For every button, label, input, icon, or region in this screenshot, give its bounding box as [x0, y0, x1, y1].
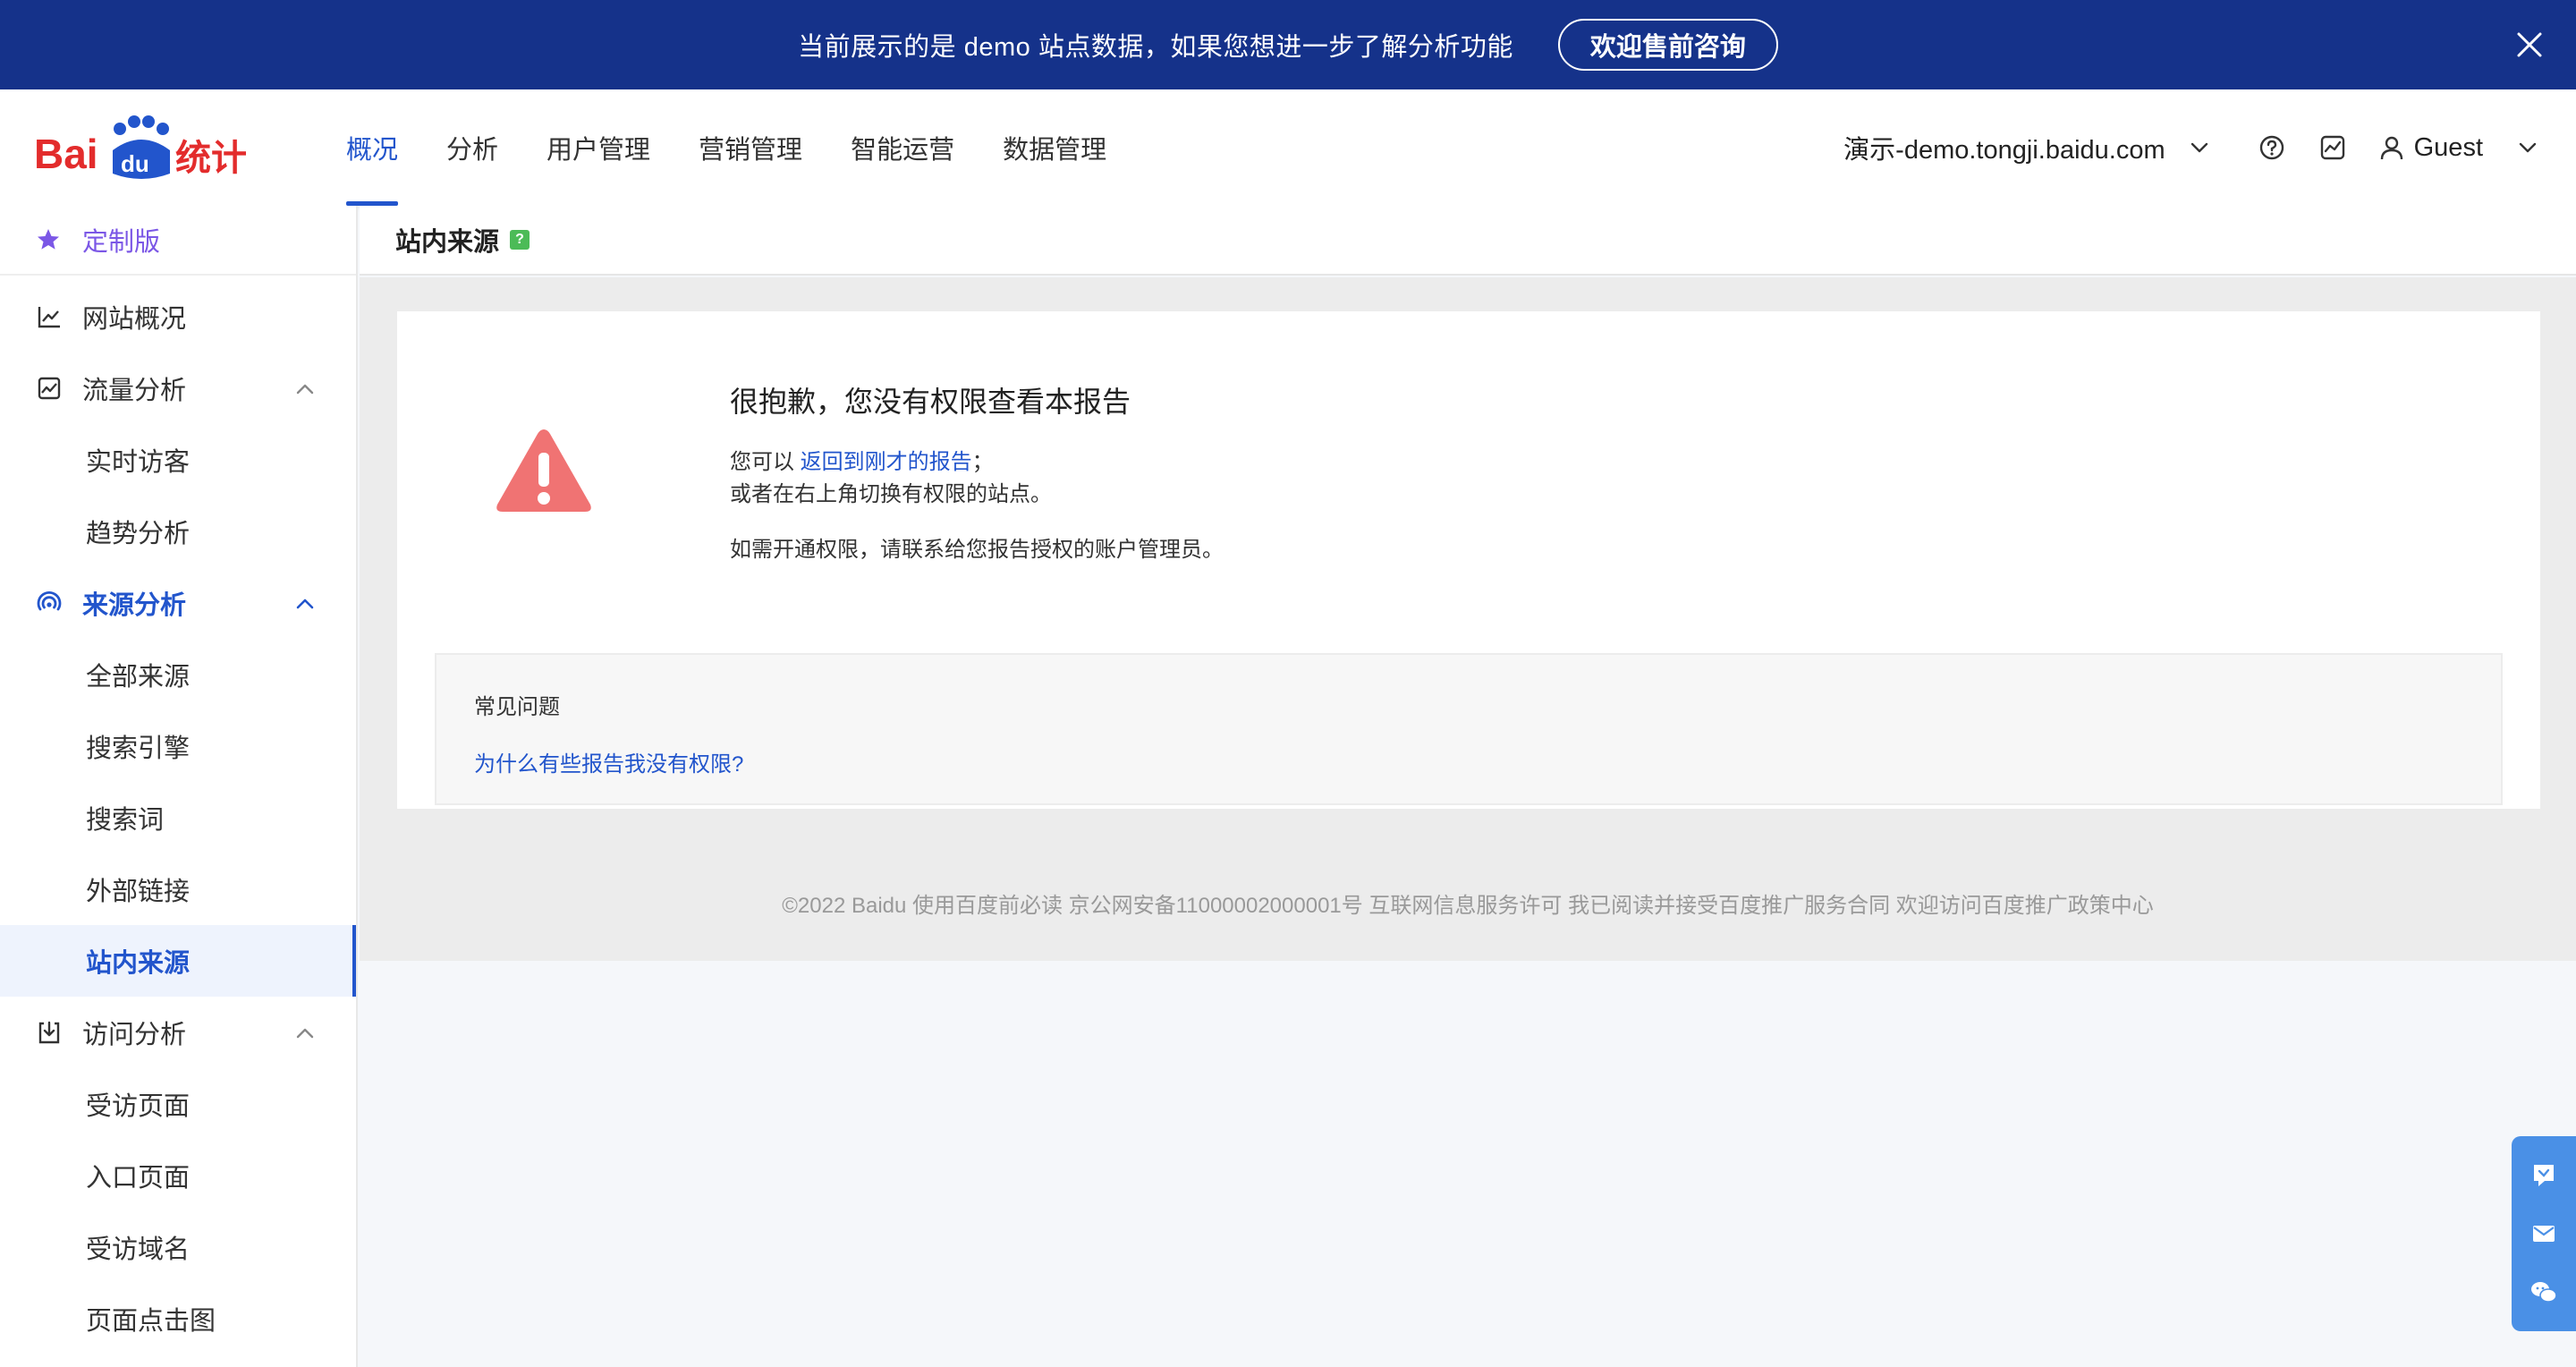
nav-marketing[interactable]: 营销管理: [674, 89, 826, 206]
sidebar-item-external-links[interactable]: 外部链接: [0, 853, 356, 925]
sidebar-item-visited-domains[interactable]: 受访域名: [0, 1211, 356, 1283]
chevron-up-icon: [296, 1028, 314, 1039]
page-header: 站内来源 ?: [360, 206, 2576, 276]
sidebar-item-label: 来源分析: [82, 591, 187, 620]
content-area: 很抱歉，您没有权限查看本报告 您可以 返回到刚才的报告； 或者在右上角切换有权限…: [360, 277, 2576, 961]
message-title: 很抱歉，您没有权限查看本报告: [730, 386, 1131, 418]
no-permission-card: 很抱歉，您没有权限查看本报告 您可以 返回到刚才的报告； 或者在右上角切换有权限…: [397, 311, 2540, 809]
banner-text: 当前展示的是 demo 站点数据，如果您想进一步了解分析功能: [798, 33, 1513, 62]
sidebar-item-realtime-visitors[interactable]: 实时访客: [0, 424, 356, 496]
help-badge-icon[interactable]: ?: [510, 230, 530, 250]
message-line-2: 或者在右上角切换有权限的站点。: [730, 482, 1052, 506]
line-chart-icon: [38, 307, 60, 328]
sidebar-item-search-engines[interactable]: 搜索引擎: [0, 710, 356, 782]
dashboard-icon[interactable]: [2318, 132, 2348, 163]
close-icon[interactable]: [2513, 29, 2546, 61]
svg-text:du: du: [121, 150, 149, 177]
sidebar-item-all-sources[interactable]: 全部来源: [0, 639, 356, 710]
chevron-up-icon: [296, 384, 314, 395]
chevron-down-icon: [2190, 142, 2207, 153]
nav-analysis[interactable]: 分析: [422, 89, 522, 206]
nav-overview[interactable]: 概况: [322, 89, 422, 206]
sidebar-item-internal-sources[interactable]: 站内来源: [0, 925, 356, 997]
faq-title: 常见问题: [474, 695, 560, 719]
wechat-icon[interactable]: [2529, 1278, 2559, 1308]
user-icon: [2380, 136, 2402, 160]
sidebar-custom-label: 定制版: [82, 228, 161, 257]
sidebar-item-label: 流量分析: [82, 377, 187, 405]
sidebar-item-site-overview[interactable]: 网站概况: [0, 281, 356, 352]
faq-box: 常见问题 为什么有些报告我没有权限?: [435, 653, 2503, 805]
sidebar-item-source-analysis[interactable]: 来源分析: [0, 567, 356, 639]
sidebar-item-visit-analysis[interactable]: 访问分析: [0, 997, 356, 1068]
nav-user-management[interactable]: 用户管理: [522, 89, 674, 206]
sidebar-item-visited-pages[interactable]: 受访页面: [0, 1068, 356, 1140]
message-line-3: 如需开通权限，请联系给您报告授权的账户管理员。: [730, 538, 1224, 562]
site-name: 演示-demo.tongji.baidu.com: [1843, 136, 2165, 165]
user-menu[interactable]: Guest: [2378, 133, 2538, 163]
floating-toolbar: [2512, 1136, 2576, 1331]
back-to-report-link[interactable]: 返回到刚才的报告: [801, 450, 972, 474]
signal-icon: [37, 590, 62, 611]
nav-smart-ops[interactable]: 智能运营: [826, 89, 979, 206]
chevron-up-icon: [296, 599, 314, 609]
sidebar-item-label: 网站概况: [82, 305, 187, 334]
presales-consult-button[interactable]: 欢迎售前咨询: [1557, 19, 1778, 71]
faq-link[interactable]: 为什么有些报告我没有权限?: [474, 746, 743, 777]
promo-banner: 当前展示的是 demo 站点数据，如果您想进一步了解分析功能 欢迎售前咨询: [0, 0, 2576, 89]
chevron-down-icon: [2519, 142, 2537, 153]
message-line-1: 您可以 返回到刚才的报告；: [730, 444, 994, 475]
svg-text:Bai: Bai: [34, 131, 98, 177]
site-selector[interactable]: 演示-demo.tongji.baidu.com: [1843, 129, 2209, 166]
download-box-icon: [38, 1021, 60, 1044]
baidu-tongji-logo[interactable]: Bai du 统计: [34, 109, 249, 190]
sidebar-item-page-heatmap[interactable]: 页面点击图: [0, 1283, 356, 1354]
page-title: 站内来源: [395, 228, 500, 257]
user-name: Guest: [2413, 132, 2483, 162]
nav-data-management[interactable]: 数据管理: [979, 89, 1131, 206]
mail-icon[interactable]: [2529, 1218, 2559, 1249]
message-line-1-suffix: ；: [971, 450, 994, 474]
help-icon[interactable]: [2257, 132, 2287, 163]
svg-text:统计: 统计: [175, 138, 247, 179]
sidebar-item-entry-pages[interactable]: 入口页面: [0, 1140, 356, 1211]
feedback-icon[interactable]: [2529, 1159, 2559, 1190]
main-nav: 概况 分析 用户管理 营销管理 智能运营 数据管理: [322, 89, 1131, 206]
star-icon: [38, 229, 59, 250]
top-header: Bai du 统计 概况 分析 用户管理 营销管理 智能运营 数据管理 演示-d…: [0, 89, 2576, 206]
warning-icon: [496, 429, 591, 512]
sidebar-item-label: 访问分析: [82, 1021, 187, 1049]
sidebar-item-search-terms[interactable]: 搜索词: [0, 782, 356, 853]
sidebar-custom-edition[interactable]: 定制版: [0, 206, 356, 276]
image-chart-icon: [38, 377, 61, 400]
message-line-1-prefix: 您可以: [730, 450, 801, 474]
sidebar-item-trend-analysis[interactable]: 趋势分析: [0, 496, 356, 567]
sidebar-item-traffic-analysis[interactable]: 流量分析: [0, 352, 356, 424]
footer-text[interactable]: ©2022 Baidu 使用百度前必读 京公网安备11000002000001号…: [360, 887, 2576, 919]
sidebar: 定制版 网站概况 流量分析 实时访客 趋势分析 来源分析 全部来源 搜索引擎 搜…: [0, 206, 358, 1367]
